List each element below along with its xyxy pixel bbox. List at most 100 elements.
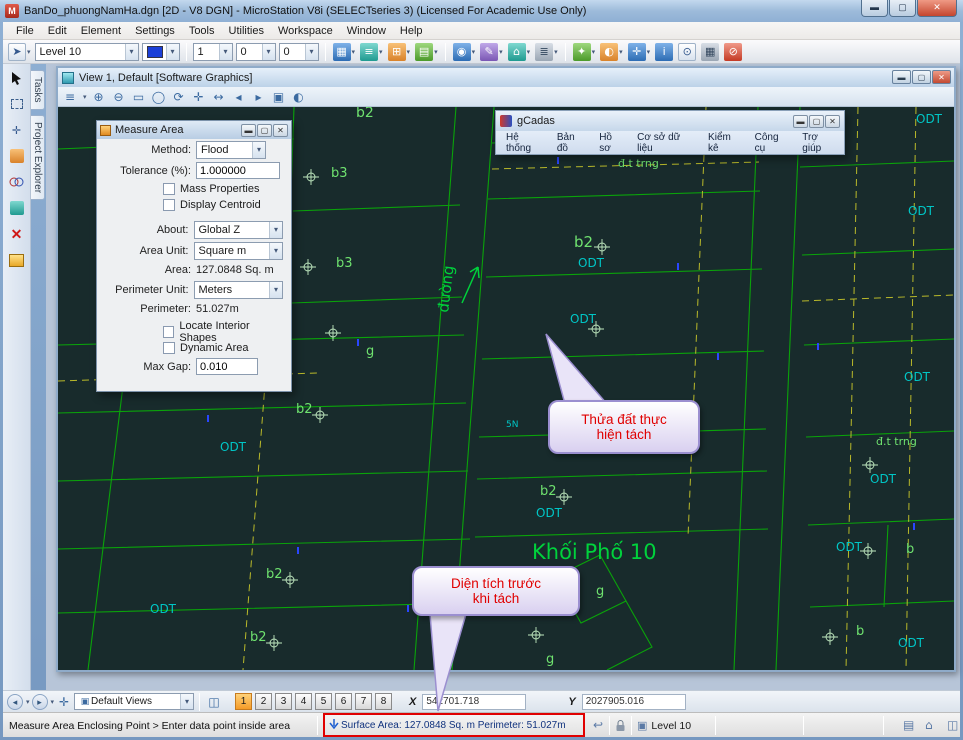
zoom-in-icon[interactable]: ⊕ <box>91 89 107 105</box>
title-bar[interactable]: M BanDo_phuongNamHa.dgn [2D - V8 DGN] - … <box>0 0 963 22</box>
saved-views-button[interactable]: ◉▾ <box>452 42 477 62</box>
snap-mode-button[interactable]: ✛▾ <box>627 42 652 62</box>
active-level-indicator[interactable]: ▣ Level 10 <box>637 719 691 732</box>
active-linestyle-combo[interactable]: 0 ▾ <box>236 43 276 61</box>
clip-volume-icon[interactable]: ◐ <box>291 89 307 105</box>
models-button[interactable]: ▦▾ <box>332 42 357 62</box>
zoom-out-icon[interactable]: ⊖ <box>111 89 127 105</box>
home-icon[interactable]: ⌂ <box>925 718 933 732</box>
dialog-close-button[interactable]: ✕ <box>273 124 288 137</box>
fit-view-icon[interactable]: ◯ <box>151 89 167 105</box>
active-color-combo[interactable]: ▾ <box>142 43 180 61</box>
area-unit-combo[interactable]: Square m ▾ <box>194 242 284 260</box>
view-previous-icon[interactable]: ◂ <box>231 89 247 105</box>
fence-button[interactable] <box>7 94 27 114</box>
view-toggle-6[interactable]: 6 <box>335 693 352 710</box>
tab-project-explorer[interactable]: Project Explorer <box>31 115 45 200</box>
max-gap-input[interactable] <box>196 358 258 375</box>
pan-shortcut-icon[interactable]: ✛ <box>56 694 72 710</box>
search-button[interactable]: ⊙ <box>677 42 697 62</box>
locate-interior-checkbox[interactable] <box>163 326 174 338</box>
menu-element[interactable]: Element <box>74 25 128 37</box>
maximize-button[interactable]: ▢ <box>889 0 916 17</box>
view-next-icon[interactable]: ▸ <box>251 89 267 105</box>
minimize-button[interactable]: ▬ <box>861 0 888 17</box>
view-maximize-button[interactable]: ▢ <box>912 70 931 84</box>
menu-file[interactable]: File <box>9 25 41 37</box>
view-toggle-5[interactable]: 5 <box>315 693 332 710</box>
gcadas-menu-cong-cu[interactable]: Công cụ <box>749 132 797 154</box>
menu-window[interactable]: Window <box>340 25 393 37</box>
active-transparency-combo[interactable]: 1 ▾ <box>193 43 233 61</box>
active-level-combo[interactable]: Level 10 ▾ <box>35 43 139 61</box>
gcadas-menu-tro-giup[interactable]: Trợ giúp <box>796 132 844 154</box>
measure-dialog-title-bar[interactable]: Measure Area ▬ ▢ ✕ <box>97 121 291 139</box>
method-combo[interactable]: Flood ▾ <box>196 141 266 159</box>
dialog-minimize-button[interactable]: ▬ <box>241 124 256 137</box>
view-minimize-button[interactable]: ▬ <box>892 70 911 84</box>
gcadas-menu-kiem-ke[interactable]: Kiểm kê <box>702 132 749 154</box>
close-button[interactable]: ✕ <box>917 0 957 17</box>
markups-button[interactable]: ✎▾ <box>479 42 504 62</box>
about-combo[interactable]: Global Z ▾ <box>194 221 284 239</box>
raster-manager-button[interactable]: ▤▾ <box>414 42 439 62</box>
menu-settings[interactable]: Settings <box>128 25 182 37</box>
gcadas-close-button[interactable]: ✕ <box>825 115 840 128</box>
modify-button[interactable] <box>7 198 27 218</box>
groups-button[interactable] <box>7 172 27 192</box>
stop-button[interactable]: ⊘ <box>723 42 743 62</box>
render-button[interactable]: ✦▾ <box>572 42 597 62</box>
gcadas-minimize-button[interactable]: ▬ <box>793 115 808 128</box>
view-toggle-1[interactable]: 1 <box>235 693 252 710</box>
y-coordinate-input[interactable] <box>582 694 686 710</box>
view1-title-bar[interactable]: View 1, Default [Software Graphics] ▬ ▢ … <box>58 68 954 87</box>
menu-tools[interactable]: Tools <box>182 25 222 37</box>
gcadas-title-bar[interactable]: gCadas ▬ ▢ ✕ <box>496 111 844 131</box>
tab-tasks[interactable]: Tasks <box>31 70 45 110</box>
copy-view-icon[interactable]: ▣ <box>271 89 287 105</box>
rotate-view-icon[interactable]: ⟳ <box>171 89 187 105</box>
window-area-icon[interactable]: ▭ <box>131 89 147 105</box>
menu-edit[interactable]: Edit <box>41 25 74 37</box>
x-coordinate-input[interactable] <box>422 694 526 710</box>
gcadas-menu-he-thong[interactable]: Hệ thống <box>500 132 551 154</box>
menu-help[interactable]: Help <box>393 25 430 37</box>
details-icon[interactable]: ◫ <box>947 718 958 732</box>
level-manager-button[interactable]: ≡▾ <box>359 42 384 62</box>
pan-view-icon[interactable]: ✛ <box>191 89 207 105</box>
selection-arrow-button[interactable] <box>7 68 27 88</box>
undo-arrow-icon[interactable]: ↩ <box>593 718 603 732</box>
item-browser-button[interactable]: ≣▾ <box>534 42 559 62</box>
view-attributes-icon[interactable]: ≡ <box>62 89 78 105</box>
info-button[interactable]: i <box>654 42 674 62</box>
menu-workspace[interactable]: Workspace <box>271 25 340 37</box>
dialog-list-icon[interactable]: ▤ <box>903 718 914 732</box>
tolerance-input[interactable] <box>196 162 280 179</box>
view-toggle-2[interactable]: 2 <box>255 693 272 710</box>
active-tool-button[interactable]: ➤ ▾ <box>7 42 32 62</box>
view-groups-icon[interactable]: ◫ <box>205 694 223 710</box>
accusnap-button[interactable]: ▦ <box>700 42 720 62</box>
accudraw-button[interactable] <box>7 250 27 270</box>
perimeter-unit-combo[interactable]: Meters ▾ <box>194 281 284 299</box>
move-button[interactable]: ✛ <box>7 120 27 140</box>
saved-views-combo[interactable]: ▣ Default Views ▾ <box>74 693 194 710</box>
project-explorer-button[interactable]: ⌂▾ <box>507 42 532 62</box>
display-centroid-checkbox[interactable] <box>163 199 175 211</box>
gcadas-maximize-button[interactable]: ▢ <box>809 115 824 128</box>
menu-utilities[interactable]: Utilities <box>222 25 271 37</box>
dialog-maximize-button[interactable]: ▢ <box>257 124 272 137</box>
active-lineweight-combo[interactable]: 0 ▾ <box>279 43 319 61</box>
gcadas-menu-ban-do[interactable]: Bản đồ <box>551 132 593 154</box>
gcadas-menu-co-so-du-lieu[interactable]: Cơ sở dữ liệu <box>631 132 702 154</box>
view-toggle-8[interactable]: 8 <box>375 693 392 710</box>
view-toggle-7[interactable]: 7 <box>355 693 372 710</box>
walk-icon[interactable]: ↔ <box>211 89 227 105</box>
view-back-button[interactable]: ◂ <box>7 694 23 710</box>
lock-icon[interactable] <box>615 719 626 732</box>
view-close-button[interactable]: ✕ <box>932 70 951 84</box>
mass-properties-checkbox[interactable] <box>163 183 175 195</box>
gcadas-menu-ho-so[interactable]: Hồ sơ <box>593 132 631 154</box>
delete-element-button[interactable]: ✕ <box>7 224 27 244</box>
view-forward-button[interactable]: ▸ <box>32 694 48 710</box>
